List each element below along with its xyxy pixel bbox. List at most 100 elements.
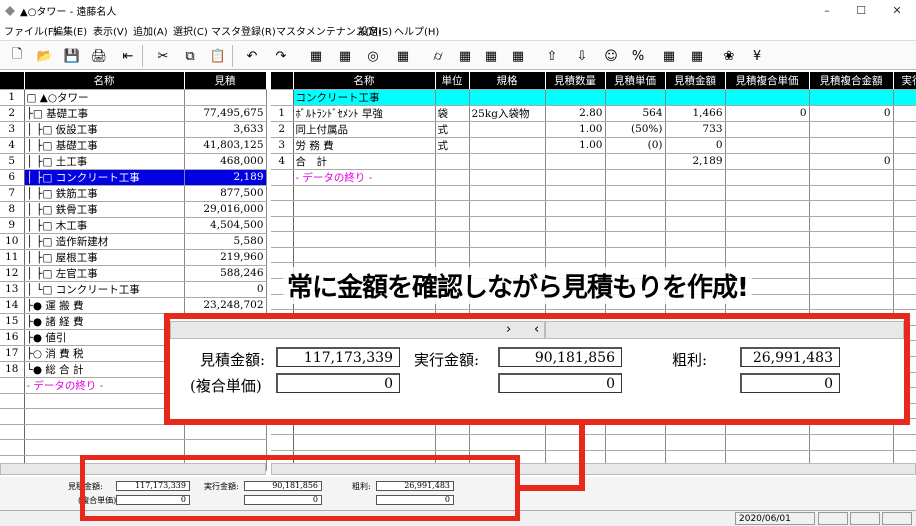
detail-price[interactable] [605,216,666,233]
detail-price[interactable] [605,247,666,264]
copy-icon[interactable]: ⧉ [179,45,201,67]
col-header[interactable]: 名称 [293,72,436,90]
detail-spec[interactable] [469,153,546,170]
person-icon[interactable]: ☺ [600,45,622,67]
detail-cu[interactable] [725,137,810,154]
undo-icon[interactable]: ↶ [241,45,263,67]
tree-item-name[interactable]: │ ├□ 仮設工事 [24,121,185,138]
detail-cu[interactable] [725,200,810,217]
grid-c-icon[interactable]: ▦ [392,45,414,67]
detail-qty[interactable]: 1.00 [545,137,606,154]
grid-b-icon[interactable]: ▦ [334,45,356,67]
detail-qty[interactable] [545,231,606,248]
redo-icon[interactable]: ↷ [270,45,292,67]
menu-add[interactable]: 追加(A) [133,23,168,38]
detail-name[interactable] [293,200,436,217]
detail-ca[interactable] [809,434,894,451]
detail-ca[interactable] [809,185,894,202]
detail-exec[interactable] [893,105,916,122]
tree-row[interactable]: 4 │ ├□ 基礎工事 41,803,125 [0,137,267,154]
tree-item-name[interactable]: └● 総 合 計 [24,361,185,378]
tree-row[interactable]: 5 │ ├□ 土工事 468,000 [0,153,267,170]
save-icon[interactable]: 💾 [61,45,83,67]
detail-cu[interactable]: 0 [725,105,810,122]
detail-spec[interactable] [469,216,546,233]
detail-ca[interactable]: 0 [809,153,894,170]
cylinder-icon[interactable]: ⌭ [427,45,449,67]
coins-icon[interactable]: ◎ [362,45,384,67]
tree-item-name[interactable]: │ ├□ 土工事 [24,153,185,170]
detail-exec[interactable] [893,262,916,280]
maximize-button[interactable]: ☐ [846,0,876,22]
menu-help[interactable]: ヘルプ(H) [394,23,439,38]
detail-unit[interactable] [435,200,470,217]
tree-row[interactable]: 6 │ ├□ コンクリート工事 2,189 [0,169,267,186]
detail-price[interactable]: (0) [605,137,666,154]
detail-row[interactable] [271,216,916,233]
detail-ca[interactable] [809,262,894,280]
grid-a-icon[interactable]: ▦ [305,45,327,67]
detail-qty[interactable]: 2.80 [545,105,606,122]
tree-item-name[interactable]: │ ├□ 木工事 [24,217,185,234]
detail-row[interactable]: 3労 務 費式 1.00 (0) 0 [271,137,916,154]
detail-qty[interactable] [545,247,606,264]
tree-row[interactable] [0,439,267,456]
detail-amount[interactable]: 2,189 [665,153,726,170]
back-arrow-icon[interactable]: ⇤ [117,45,139,67]
tree-item-name[interactable] [24,408,185,425]
detail-amount[interactable] [665,434,726,451]
tree-item-name[interactable]: │ ├□ コンクリート工事 [24,169,185,186]
detail-amount[interactable] [665,200,726,217]
yen-icon[interactable]: ¥ [746,45,768,67]
tree-row[interactable]: 10 │ ├□ 造作新建材 5,580 [0,233,267,250]
detail-row[interactable]: 4合 計 2,189 0 [271,153,916,170]
open-folder-icon[interactable]: 📂 [34,45,56,67]
detail-spec[interactable] [469,121,546,138]
grid-g-icon[interactable]: ▦ [658,45,680,67]
detail-cu[interactable] [725,185,810,202]
detail-price[interactable]: 564 [605,105,666,122]
detail-row[interactable] [271,200,916,217]
up-arrow-icon[interactable]: ⇧ [541,45,563,67]
detail-exec[interactable] [893,185,916,202]
tree-row[interactable]: 1 □ ▲○タワー [0,89,267,106]
detail-exec[interactable] [893,278,916,295]
grid-d-icon[interactable]: ▦ [454,45,476,67]
detail-row[interactable]: - データの終り - [271,169,916,186]
tree-row[interactable]: 9 │ ├□ 木工事 4,504,500 [0,217,267,234]
detail-exec[interactable] [893,169,916,186]
grid-f-icon[interactable]: ▦ [507,45,529,67]
detail-exec[interactable] [893,216,916,233]
detail-qty[interactable]: 1.00 [545,121,606,138]
end-of-data[interactable]: - データの終り - [293,169,436,186]
detail-qty[interactable] [545,434,606,451]
detail-name[interactable] [293,185,436,202]
col-name-header[interactable]: 名称 [24,72,185,90]
detail-row[interactable] [271,434,916,451]
detail-spec[interactable] [469,185,546,202]
menu-file[interactable]: ファイル(F) [4,23,58,38]
tree-item-name[interactable]: │ ├□ 造作新建材 [24,233,185,250]
col-estimate-header[interactable]: 見積 [184,72,267,90]
end-of-data[interactable]: - データの終り - [24,377,185,394]
tree-item-name[interactable]: ├○ 消 費 税 [24,345,185,362]
detail-unit[interactable] [435,169,470,186]
tree-item-name[interactable]: ├● 運 搬 費 [24,297,185,314]
detail-price[interactable] [605,153,666,170]
tree-row[interactable]: 12 │ ├□ 左官工事 588,246 [0,265,267,282]
detail-unit[interactable]: 式 [435,121,470,138]
tree-item-name[interactable]: │ └□ コンクリート工事 [24,281,185,298]
detail-qty[interactable] [545,185,606,202]
detail-cu[interactable] [725,169,810,186]
tree-item-name[interactable]: │ ├□ 鉄骨工事 [24,201,185,218]
detail-qty[interactable] [545,153,606,170]
detail-unit[interactable]: 式 [435,137,470,154]
menu-edit[interactable]: 編集(E) [53,23,87,38]
detail-spec[interactable] [469,247,546,264]
detail-cu[interactable] [725,231,810,248]
detail-cu[interactable] [725,247,810,264]
col-header[interactable]: 見積金額 [665,72,726,90]
tree-item-name[interactable]: │ ├□ 屋根工事 [24,249,185,266]
paste-icon[interactable]: 📋 [207,45,229,67]
detail-amount[interactable] [665,247,726,264]
